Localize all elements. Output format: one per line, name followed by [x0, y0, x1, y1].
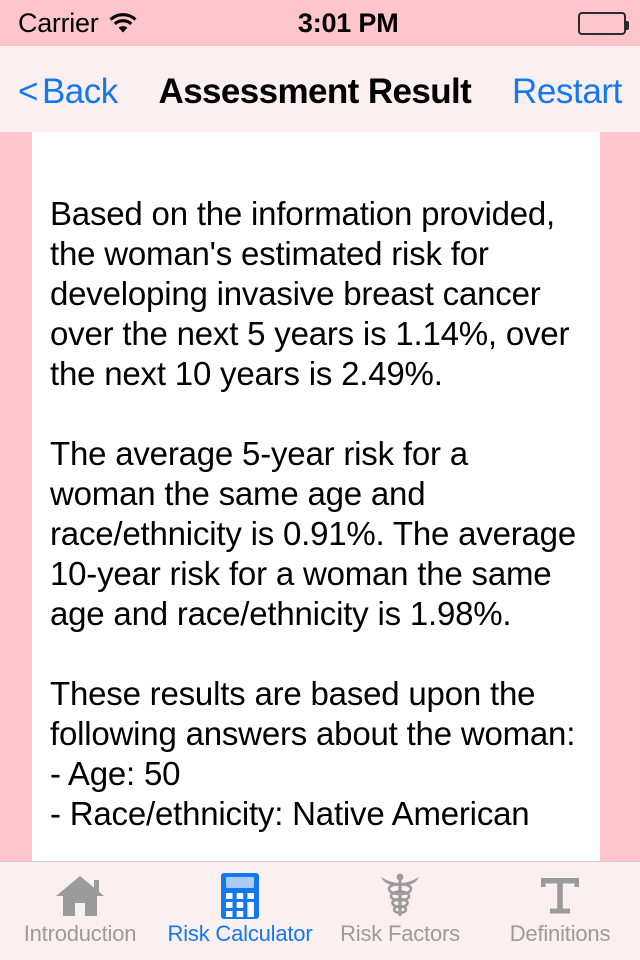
tab-risk-factors[interactable]: Risk Factors: [320, 862, 480, 960]
back-button-label: Back: [41, 71, 118, 111]
tab-risk-factors-label: Risk Factors: [340, 921, 460, 946]
navigation-bar: < Back Assessment Result Restart: [0, 46, 640, 132]
tab-definitions-label: Definitions: [509, 921, 611, 946]
tab-bar: Introduction Risk Calculator Risk Factor…: [0, 861, 640, 960]
tab-introduction[interactable]: Introduction: [0, 862, 160, 960]
tab-risk-calculator-label: Risk Calculator: [167, 921, 313, 946]
assessment-result-text: Based on the information provided, the w…: [50, 195, 576, 832]
letter-t-icon: [538, 871, 582, 921]
result-card[interactable]: Based on the information provided, the w…: [32, 132, 600, 861]
status-bar: Carrier 3:01 PM: [0, 0, 640, 46]
back-button[interactable]: < Back: [18, 70, 118, 109]
tab-risk-calculator[interactable]: Risk Calculator: [160, 862, 320, 960]
carrier-label: Carrier: [18, 7, 99, 38]
battery-icon: [578, 11, 629, 35]
content-area: Based on the information provided, the w…: [0, 132, 640, 861]
status-bar-right: [578, 11, 629, 35]
caduceus-icon: [376, 871, 424, 921]
chevron-left-icon: <: [18, 71, 38, 111]
app-screen: Carrier 3:01 PM < Back Assessment Result …: [0, 0, 640, 960]
restart-button[interactable]: Restart: [512, 70, 622, 109]
page-title: Assessment Result: [158, 71, 472, 111]
home-icon: [55, 871, 105, 921]
calculator-icon: [220, 871, 260, 921]
tab-definitions[interactable]: Definitions: [480, 862, 640, 960]
tab-introduction-label: Introduction: [23, 921, 137, 946]
battery-cap: [625, 20, 629, 30]
clock-label: 3:01 PM: [297, 7, 399, 38]
